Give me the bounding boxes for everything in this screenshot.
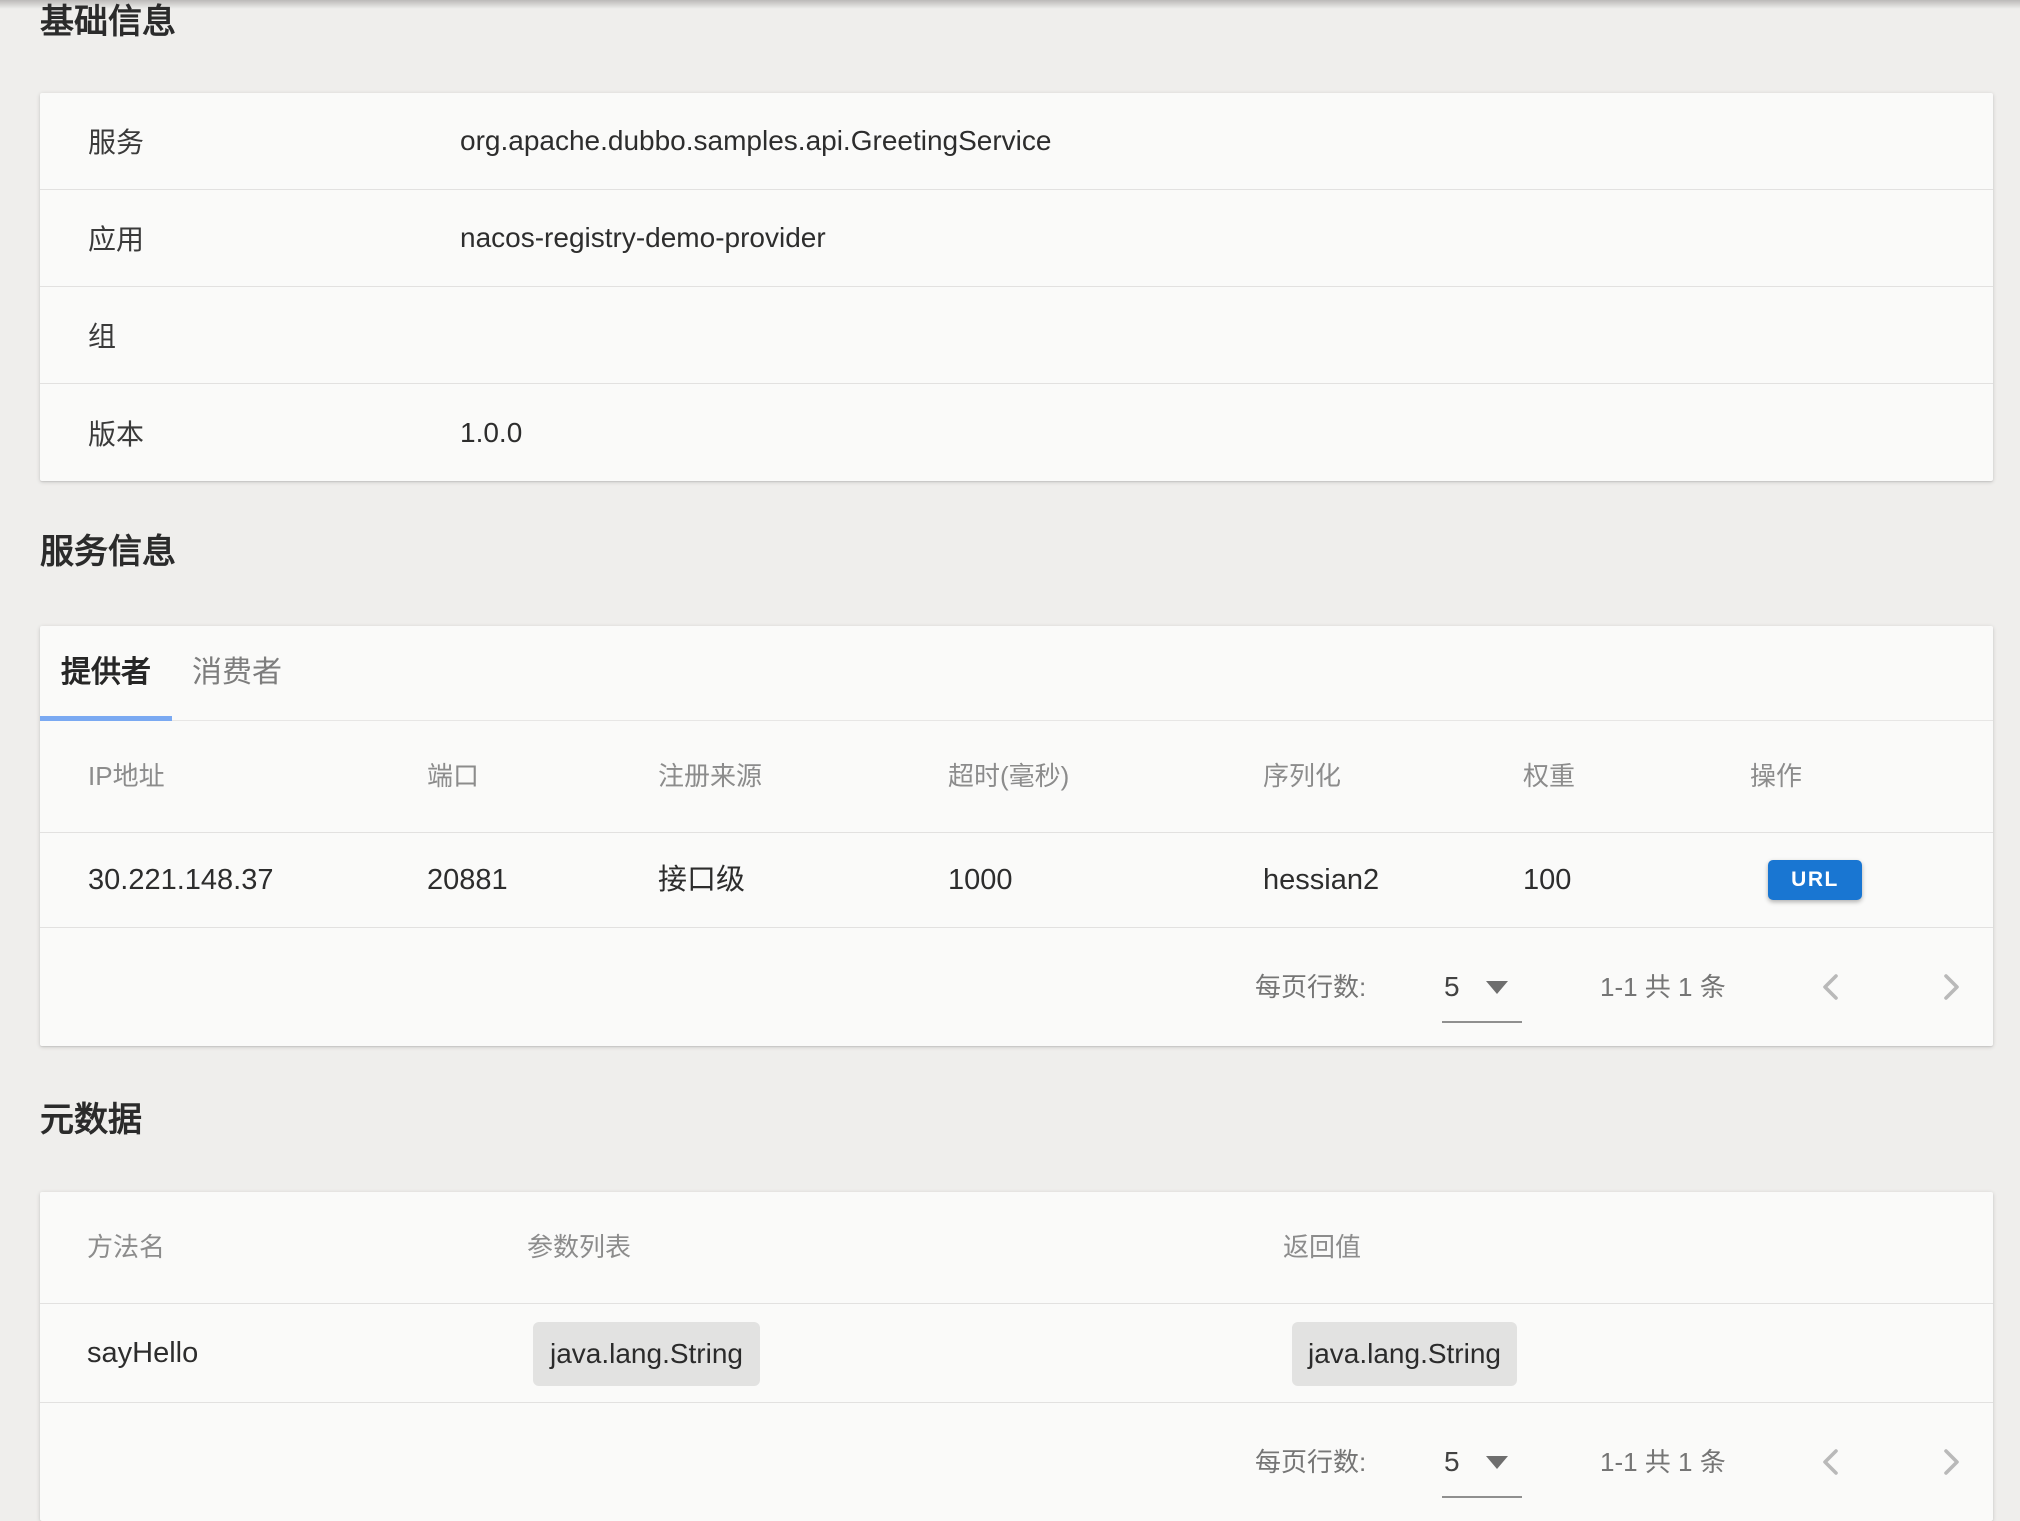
select-underline: [1442, 1021, 1522, 1023]
tab-providers[interactable]: 提供者: [40, 626, 172, 720]
pagination-range-label: 1-1 共 1 条: [1600, 928, 1726, 1046]
service-detail-page: 基础信息 服务 org.apache.dubbo.samples.api.Gre…: [40, 0, 1993, 1521]
col-weight: 权重: [1523, 721, 1575, 832]
rows-per-page-select[interactable]: 5: [1444, 928, 1460, 1046]
application-value: nacos-registry-demo-provider: [460, 222, 1993, 254]
rows-per-page-label: 每页行数:: [1255, 1403, 1366, 1521]
col-return-type: 返回值: [1283, 1192, 1361, 1303]
pagination-range-label: 1-1 共 1 条: [1600, 1403, 1726, 1521]
metadata-table-row: sayHello java.lang.String java.lang.Stri…: [40, 1304, 1993, 1403]
cell-serialization: hessian2: [1263, 833, 1379, 927]
rows-per-page-label: 每页行数:: [1255, 928, 1366, 1046]
service-value: org.apache.dubbo.samples.api.GreetingSer…: [460, 125, 1993, 157]
return-type-chip: java.lang.String: [1292, 1322, 1517, 1386]
previous-page-icon[interactable]: [1814, 969, 1850, 1005]
url-button[interactable]: URL: [1768, 860, 1862, 900]
col-parameter-list: 参数列表: [527, 1192, 631, 1303]
col-operation: 操作: [1750, 721, 1802, 832]
cell-registry-source: 接口级: [658, 833, 745, 927]
version-label: 版本: [40, 413, 460, 453]
cell-ip-address: 30.221.148.37: [88, 833, 273, 927]
basic-info-row-application: 应用 nacos-registry-demo-provider: [40, 190, 1993, 287]
parameter-type-chip: java.lang.String: [533, 1322, 760, 1386]
next-page-icon[interactable]: [1932, 1444, 1968, 1480]
cell-timeout: 1000: [948, 833, 1013, 927]
provider-table-row: 30.221.148.37 20881 接口级 1000 hessian2 10…: [40, 833, 1993, 928]
rows-per-page-select[interactable]: 5: [1444, 1403, 1460, 1521]
service-label: 服务: [40, 121, 460, 161]
version-value: 1.0.0: [460, 417, 1993, 449]
metadata-title: 元数据: [40, 1101, 1993, 1139]
providers-pagination: 每页行数: 5 1-1 共 1 条: [40, 928, 1993, 1046]
providers-table-header: IP地址 端口 注册来源 超时(毫秒) 序列化 权重 操作: [40, 721, 1993, 833]
basic-info-row-group: 组: [40, 287, 1993, 384]
metadata-table-header: 方法名 参数列表 返回值: [40, 1192, 1993, 1304]
service-info-card: 提供者 消费者 IP地址 端口 注册来源 超时(毫秒) 序列化 权重 操作 30…: [40, 626, 1993, 1046]
basic-info-title: 基础信息: [40, 3, 1993, 41]
dropdown-arrow-icon[interactable]: [1486, 981, 1508, 994]
col-method-name: 方法名: [87, 1192, 165, 1303]
col-timeout: 超时(毫秒): [948, 721, 1069, 832]
col-ip-address: IP地址: [88, 721, 165, 832]
metadata-card: 方法名 参数列表 返回值 sayHello java.lang.String j…: [40, 1192, 1993, 1521]
metadata-pagination: 每页行数: 5 1-1 共 1 条: [40, 1403, 1993, 1521]
cell-method-name: sayHello: [87, 1304, 198, 1402]
dropdown-arrow-icon[interactable]: [1486, 1456, 1508, 1469]
col-port: 端口: [427, 721, 479, 832]
application-label: 应用: [40, 218, 460, 258]
cell-weight: 100: [1523, 833, 1571, 927]
previous-page-icon[interactable]: [1814, 1444, 1850, 1480]
col-serialization: 序列化: [1263, 721, 1341, 832]
select-underline: [1442, 1496, 1522, 1498]
basic-info-card: 服务 org.apache.dubbo.samples.api.Greeting…: [40, 93, 1993, 481]
col-registry-source: 注册来源: [658, 721, 762, 832]
basic-info-row-version: 版本 1.0.0: [40, 384, 1993, 481]
next-page-icon[interactable]: [1932, 969, 1968, 1005]
cell-port: 20881: [427, 833, 508, 927]
group-label: 组: [40, 315, 460, 355]
service-info-title: 服务信息: [40, 533, 1993, 571]
basic-info-row-service: 服务 org.apache.dubbo.samples.api.Greeting…: [40, 93, 1993, 190]
provider-consumer-tabbar: 提供者 消费者: [40, 626, 1993, 721]
tab-consumers[interactable]: 消费者: [186, 626, 288, 720]
